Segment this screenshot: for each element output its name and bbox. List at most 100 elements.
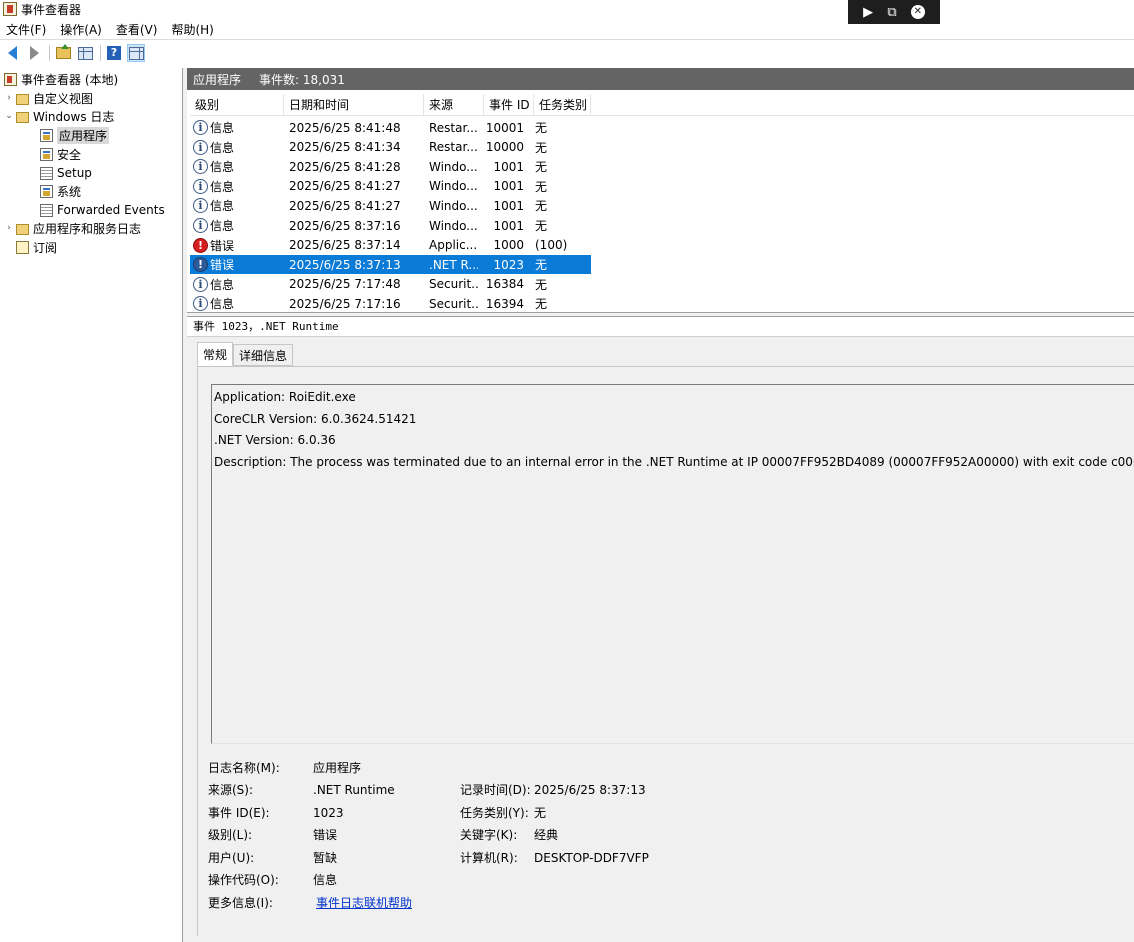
table-row[interactable]: i 信息 2025/6/25 8:41:48 Restar... 10001 无	[190, 118, 591, 137]
tree-windows-logs[interactable]: ⌄ Windows 日志	[4, 107, 114, 125]
user-label: 用户(U):	[208, 851, 255, 865]
menu-view[interactable]: 查看(V)	[116, 21, 158, 38]
cell-task-category: (100)	[535, 238, 568, 253]
toolbar-separator	[100, 45, 101, 61]
back-arrow-icon	[7, 46, 17, 60]
info-icon: i	[193, 120, 208, 135]
tab-details[interactable]: 详细信息	[233, 344, 294, 366]
logged-label: 记录时间(D):	[460, 783, 531, 797]
event-id-label: 事件 ID(E):	[208, 806, 270, 820]
cell-level: i 信息	[190, 295, 284, 312]
cell-date: 2025/6/25 8:41:27	[289, 198, 401, 213]
column-source[interactable]: 来源	[424, 94, 484, 116]
cell-source: Securit...	[429, 277, 478, 292]
menu-bar: 文件(F) 操作(A) 查看(V) 帮助(H)	[0, 20, 1134, 40]
tree-app-service-logs[interactable]: › 应用程序和服务日志	[4, 219, 141, 237]
cell-task-category: 无	[535, 179, 548, 194]
table-row[interactable]: i 信息 2025/6/25 8:37:16 Windo... 1001 无	[190, 216, 591, 235]
cell-date: 2025/6/25 8:41:28	[289, 159, 401, 174]
folder-icon	[16, 223, 29, 235]
tree-log-security[interactable]: 安全	[40, 145, 81, 163]
cell-date: 2025/6/25 8:37:16	[289, 218, 401, 233]
keywords-value: 经典	[534, 828, 559, 842]
help-button[interactable]: ?	[105, 44, 123, 62]
online-help-link[interactable]: 事件日志联机帮助	[316, 894, 412, 912]
tab-general[interactable]: 常规	[197, 342, 234, 366]
pin-icon[interactable]: ▶	[863, 6, 873, 19]
column-task-category[interactable]: 任务类别	[534, 94, 591, 116]
event-count: 事件数: 18,031	[259, 72, 345, 87]
table-row[interactable]: i 信息 2025/6/25 8:41:27 Windo... 1001 无	[190, 177, 591, 196]
cell-source: Windo...	[429, 198, 478, 213]
column-date[interactable]: 日期和时间	[284, 94, 424, 116]
tree-custom-views[interactable]: › 自定义视图	[4, 89, 93, 107]
info-icon: i	[193, 178, 208, 194]
table-row[interactable]: ! 错误 2025/6/25 8:37:13 .NET R... 1023 无	[190, 255, 591, 275]
cell-level: i 信息	[190, 197, 284, 214]
cell-source: Restar...	[429, 140, 478, 155]
description-line: Application: RoiEdit.exe	[214, 390, 356, 404]
cell-task-category: 无	[535, 140, 548, 155]
info-icon: i	[193, 218, 208, 233]
table-header: 级别 日期和时间 来源 事件 ID 任务类别	[190, 94, 1134, 116]
level-text: 错误	[210, 238, 235, 253]
column-event-id[interactable]: 事件 ID	[484, 94, 534, 116]
event-list-header: 应用程序 事件数: 18,031	[187, 68, 1134, 90]
event-id-value: 1023	[313, 806, 344, 820]
event-description[interactable]: Application: RoiEdit.exe CoreCLR Version…	[211, 384, 1134, 744]
help-icon: ?	[107, 46, 121, 60]
cell-date: 2025/6/25 7:17:16	[289, 296, 401, 311]
source-value: .NET Runtime	[313, 783, 395, 797]
subscription-icon	[16, 240, 29, 254]
events-table: 级别 日期和时间 来源 事件 ID 任务类别 i 信息 2025/6/25 8:41…	[190, 94, 1134, 312]
level-text: 信息	[210, 297, 235, 312]
table-row[interactable]: i 信息 2025/6/25 7:17:48 Securit... 16384 无	[190, 275, 591, 294]
console-tree-icon	[77, 46, 93, 60]
tree-root[interactable]: 事件查看器 (本地)	[4, 70, 118, 88]
cell-task-category: 无	[535, 121, 548, 135]
cell-event-id: 1023	[493, 257, 524, 272]
opcode-label: 操作代码(O):	[208, 873, 279, 887]
cell-source: Applic...	[429, 238, 478, 253]
table-row[interactable]: i 信息 2025/6/25 7:17:16 Securit... 16394 无	[190, 294, 591, 312]
error-icon: !	[193, 257, 208, 273]
table-row[interactable]: ! 错误 2025/6/25 8:37:14 Applic... 1000 (100)	[190, 236, 591, 255]
tree-log-system[interactable]: 系统	[40, 182, 81, 200]
cell-date: 2025/6/25 8:41:27	[289, 179, 401, 194]
menu-action[interactable]: 操作(A)	[60, 21, 102, 38]
event-viewer-icon	[4, 72, 17, 86]
show-action-pane-button[interactable]	[127, 44, 145, 62]
collapse-arrow-icon[interactable]: ⌄	[4, 111, 14, 121]
keywords-label: 关键字(K):	[460, 828, 518, 842]
table-row[interactable]: i 信息 2025/6/25 8:41:28 Windo... 1001 无	[190, 157, 591, 176]
menu-help[interactable]: 帮助(H)	[171, 21, 213, 38]
table-row[interactable]: i 信息 2025/6/25 8:41:34 Restar... 10000 无	[190, 138, 591, 157]
event-details-pane: 事件 1023，.NET Runtime 常规 详细信息 Application…	[187, 317, 1134, 942]
cell-event-id: 10001	[485, 120, 524, 135]
menu-file[interactable]: 文件(F)	[6, 21, 46, 38]
error-icon: !	[193, 237, 208, 253]
cell-date: 2025/6/25 8:37:14	[289, 238, 401, 253]
up-folder-button[interactable]	[54, 44, 72, 62]
forward-button[interactable]	[25, 44, 43, 62]
tree-log-forwarded-events[interactable]: Forwarded Events	[40, 201, 165, 219]
cell-event-id: 1001	[493, 159, 524, 174]
expand-arrow-icon[interactable]: ›	[4, 93, 14, 103]
expand-arrow-icon[interactable]: ›	[4, 223, 14, 233]
log-name-label: 日志名称(M):	[208, 761, 280, 775]
tree-subscriptions[interactable]: 订阅	[16, 238, 57, 256]
show-hide-tree-button[interactable]	[76, 44, 94, 62]
cell-date: 2025/6/25 8:41:34	[289, 140, 401, 155]
info-icon: i	[193, 198, 208, 214]
column-level[interactable]: 级别	[190, 94, 284, 116]
back-button[interactable]	[3, 44, 21, 62]
cell-event-id: 1001	[493, 198, 524, 213]
tree-log-setup[interactable]: Setup	[40, 164, 92, 182]
close-icon[interactable]: ✕	[910, 5, 925, 19]
table-row[interactable]: i 信息 2025/6/25 8:41:27 Windo... 1001 无	[190, 196, 591, 215]
computer-value: DESKTOP-DDF7VFP	[534, 851, 649, 865]
cell-source: .NET R...	[429, 257, 478, 272]
tree-log-application[interactable]: 应用程序	[40, 126, 110, 144]
cell-date: 2025/6/25 8:37:13	[289, 257, 401, 272]
restore-icon[interactable]: ⧉	[887, 6, 896, 19]
